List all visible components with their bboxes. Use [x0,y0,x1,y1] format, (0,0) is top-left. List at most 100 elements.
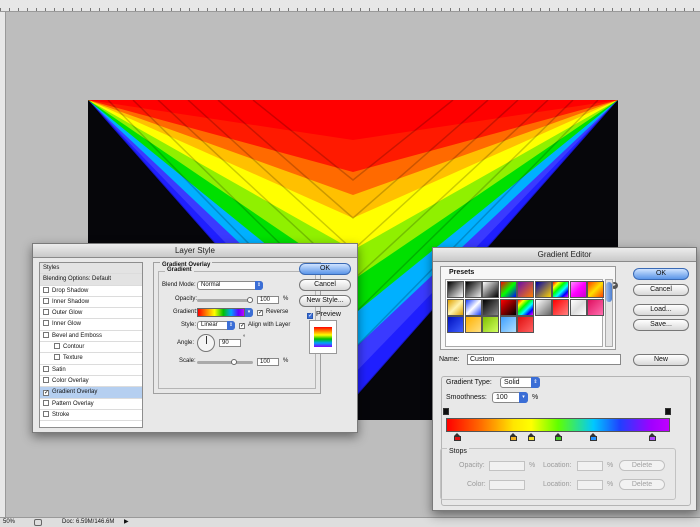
preset-swatch[interactable] [447,316,464,333]
navigator-icon[interactable] [34,519,42,526]
checkbox-icon[interactable] [43,309,49,316]
preset-swatch[interactable] [464,281,482,298]
preset-swatch[interactable] [482,298,499,316]
gradient-picker[interactable] [197,308,245,317]
opacity-stop-right[interactable] [665,408,671,415]
style-item[interactable]: Drop Shadow [40,286,142,297]
angle-input[interactable]: 90 [219,339,241,347]
style-item[interactable]: Stroke [40,410,142,422]
gradient-preview-bar[interactable] [446,418,670,432]
preset-swatch[interactable] [569,298,587,316]
ok-button[interactable]: OK [299,263,351,275]
style-item[interactable]: Outer Glow [40,308,142,320]
style-item[interactable]: Contour [40,342,142,354]
vertical-ruler [0,12,6,517]
stop-color-location-input[interactable] [577,480,603,490]
preset-swatch[interactable] [552,281,569,298]
stop-opacity-location-input[interactable] [577,461,603,471]
angle-dial[interactable] [197,334,215,352]
preset-swatch[interactable] [464,316,482,333]
preset-swatch[interactable] [517,281,534,298]
checkbox-icon[interactable] [43,376,49,383]
gradient-editor-title: Gradient Editor [433,248,696,262]
style-item[interactable]: ✓ Gradient Overlay [40,387,142,399]
style-item[interactable]: Styles [40,263,142,275]
preset-swatch[interactable] [499,316,517,333]
preset-swatch[interactable] [587,281,604,298]
checkbox-icon[interactable]: ✓ [43,390,49,397]
load-button[interactable]: Load... [633,304,689,316]
preset-swatch[interactable] [482,316,499,333]
stop-opacity-input[interactable] [489,461,525,471]
style-item[interactable]: Bevel and Emboss [40,331,142,343]
style-item[interactable]: Pattern Overlay [40,399,142,410]
style-item[interactable]: Inner Shadow [40,297,142,309]
preset-swatch[interactable] [552,298,569,316]
gradient-type-select[interactable]: Solid ⇕ [500,377,540,388]
reverse-checkbox[interactable]: ✓ Reverse [257,309,288,316]
layer-style-title: Layer Style [33,244,357,258]
zoom-level[interactable]: 50% [3,518,15,527]
delete-opacity-stop-button[interactable]: Delete [619,460,665,471]
checkbox-icon[interactable] [43,399,49,406]
scale-input[interactable]: 100 [257,358,279,366]
preview-checkbox[interactable]: ✓ Preview [307,311,341,319]
preset-swatch[interactable] [534,298,552,316]
checkbox-icon[interactable] [43,365,49,372]
checkbox-icon[interactable] [43,286,49,293]
preset-swatch[interactable] [499,281,517,298]
checkbox-icon[interactable] [43,297,49,304]
preset-swatch[interactable] [464,298,482,316]
scale-slider-knob[interactable] [231,359,237,365]
opacity-slider[interactable] [197,297,253,303]
preset-swatch[interactable] [534,281,552,298]
style-item[interactable]: Blending Options: Default [40,274,142,286]
save-button[interactable]: Save... [633,319,689,331]
cancel-button[interactable]: Cancel [299,279,351,291]
scale-slider[interactable] [197,359,253,365]
delete-color-stop-button[interactable]: Delete [619,479,665,490]
new-style-button[interactable]: New Style... [299,295,351,307]
status-menu-arrow-icon[interactable]: ▶ [124,518,129,527]
presets-scrollbar[interactable] [605,279,613,347]
style-select[interactable]: Linear ⇕ [197,321,235,330]
preset-swatch[interactable] [499,298,517,316]
opacity-input[interactable]: 100 [257,296,279,304]
opacity-stop-left[interactable] [443,408,449,415]
preset-swatch[interactable] [447,298,464,316]
color-stop[interactable] [509,433,517,441]
gradient-dropdown[interactable]: ▾ [245,308,253,317]
smoothness-input[interactable]: 100 ▾ [492,392,528,403]
stop-color-chip [554,436,562,441]
checkbox-icon[interactable] [54,354,60,361]
name-input[interactable]: Custom [467,354,621,365]
blend-mode-select[interactable]: Normal ⇕ [197,281,263,290]
color-stop[interactable] [648,433,656,441]
ge-ok-button[interactable]: OK [633,268,689,280]
checkbox-icon[interactable] [43,320,49,327]
checkbox-icon[interactable] [54,343,60,350]
align-with-layer-checkbox[interactable]: ✓ Align with Layer [239,322,290,329]
style-item[interactable]: Color Overlay [40,376,142,388]
preset-swatch[interactable] [587,298,604,316]
style-item[interactable]: Inner Glow [40,319,142,331]
color-stop[interactable] [453,433,461,441]
preset-swatch[interactable] [569,281,587,298]
scrollbar-thumb[interactable] [606,282,612,302]
color-stop[interactable] [590,433,598,441]
preset-swatch[interactable] [482,281,499,298]
gradient-group: Gradient Blend Mode: Normal ⇕ Opacity: 10… [158,267,316,389]
opacity-slider-knob[interactable] [247,297,253,303]
color-stop[interactable] [554,433,562,441]
stop-color-swatch[interactable] [489,480,525,490]
style-item[interactable]: Texture [40,353,142,365]
checkbox-icon[interactable] [43,410,49,417]
style-item[interactable]: Satin [40,365,142,376]
color-stop[interactable] [527,433,535,441]
new-button[interactable]: New [633,354,689,366]
preset-swatch[interactable] [517,298,534,316]
checkbox-icon[interactable] [43,331,49,338]
preset-swatch[interactable] [517,316,534,333]
ge-cancel-button[interactable]: Cancel [633,284,689,296]
preset-swatch[interactable] [447,281,464,298]
